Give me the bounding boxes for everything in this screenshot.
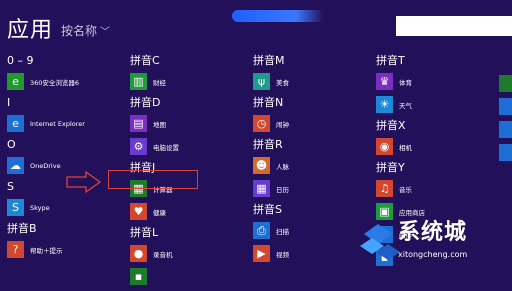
app-item-sports[interactable]: ♛ 体育 xyxy=(376,73,425,90)
group-header-0-9[interactable]: 0 – 9 xyxy=(7,54,85,68)
app-item-skype[interactable]: S Skype xyxy=(7,199,85,216)
app-item-unnamed[interactable] xyxy=(499,121,512,138)
scan-icon: ⎙ xyxy=(253,222,270,239)
app-label: 相机 xyxy=(399,143,412,152)
app-label: Skype xyxy=(30,203,50,212)
app-label: 闹钟 xyxy=(276,120,289,129)
watermark-text: 系统城 xyxy=(398,220,468,245)
group-header-pinyin-t[interactable]: 拼音T xyxy=(376,54,425,68)
app-item-pc-settings[interactable]: ⚙ 电脑设置 xyxy=(130,138,179,155)
pc-settings-icon: ⚙ xyxy=(130,138,147,155)
app-label: 扫描 xyxy=(276,227,289,236)
app-icon xyxy=(499,121,512,138)
app-label: 视频 xyxy=(276,250,289,259)
app-label: 地图 xyxy=(153,120,166,129)
app-column-5 xyxy=(499,52,512,167)
sort-label: 按名称 xyxy=(61,24,98,38)
app-item-unnamed[interactable] xyxy=(499,75,512,92)
group-header-pinyin-r[interactable]: 拼音R xyxy=(253,138,289,152)
app-label: 健康 xyxy=(153,208,166,217)
app-item-video[interactable]: ▶ 视频 xyxy=(253,245,289,262)
sort-dropdown[interactable]: 按名称 ﹀ xyxy=(61,22,110,39)
skype-icon: S xyxy=(7,199,24,216)
app-label: 财经 xyxy=(153,78,166,87)
app-item-camera[interactable]: ◉ 相机 xyxy=(376,138,425,155)
music-icon: ♫ xyxy=(376,180,393,197)
app-label: 体育 xyxy=(399,78,412,87)
app-item-alarms[interactable]: ◷ 闹钟 xyxy=(253,115,289,132)
app-label: 日历 xyxy=(276,185,289,194)
app-label: 美食 xyxy=(276,78,289,87)
group-header-pinyin-y[interactable]: 拼音Y xyxy=(376,161,425,175)
app-label: Internet Explorer xyxy=(30,119,85,128)
column-spacer xyxy=(499,52,512,75)
calendar-icon: ▦ xyxy=(253,180,270,197)
alarms-icon: ◷ xyxy=(253,115,270,132)
app-column-3: 拼音M ψ 美食 拼音N ◷ 闹钟 拼音R ☻ 人脉 ▦ 日历 拼音S ⎙ 扫描 ▶ 视频 xyxy=(253,52,289,268)
group-header-pinyin-c[interactable]: 拼音C xyxy=(130,54,179,68)
app-column-1: 0 – 9 e 360安全浏览器6 I e Internet Explorer O … xyxy=(7,52,85,264)
app-item-finance[interactable]: ▥ 财经 xyxy=(130,73,179,90)
annotation-arrow-icon xyxy=(66,171,102,193)
camera-icon: ◉ xyxy=(376,138,393,155)
app-item-sound-recorder[interactable]: ● 录音机 xyxy=(130,245,179,262)
watermark-url: xitongcheng.com xyxy=(398,250,468,259)
app-item-unnamed[interactable] xyxy=(499,98,512,115)
group-header-o[interactable]: O xyxy=(7,138,85,152)
app-item-food[interactable]: ψ 美食 xyxy=(253,73,289,90)
group-header-i[interactable]: I xyxy=(7,96,85,110)
onedrive-icon: ☁ xyxy=(7,157,24,174)
maps-icon: ▤ xyxy=(130,115,147,132)
group-header-pinyin-x[interactable]: 拼音X xyxy=(376,119,425,133)
highlight-box xyxy=(108,170,198,189)
app-item-maps[interactable]: ▤ 地图 xyxy=(130,115,179,132)
search-input[interactable] xyxy=(396,18,494,39)
app-item-unnamed[interactable]: ▪ xyxy=(130,268,179,285)
app-label: 电脑设置 xyxy=(153,143,179,152)
group-header-pinyin-s[interactable]: 拼音S xyxy=(253,203,289,217)
sports-icon: ♛ xyxy=(376,73,393,90)
weather-icon: ☀ xyxy=(376,96,393,113)
redacted-blur xyxy=(232,10,324,22)
app-label: 音乐 xyxy=(399,185,412,194)
app-item-unnamed[interactable] xyxy=(499,144,512,161)
app-item-internet-explorer[interactable]: e Internet Explorer xyxy=(7,115,85,132)
search-box[interactable] xyxy=(396,16,512,39)
page-title: 应用 xyxy=(7,18,54,43)
360-browser-icon: e xyxy=(7,73,24,90)
food-icon: ψ xyxy=(253,73,270,90)
app-item-calendar[interactable]: ▦ 日历 xyxy=(253,180,289,197)
internet-explorer-icon: e xyxy=(7,115,24,132)
group-header-pinyin-m[interactable]: 拼音M xyxy=(253,54,289,68)
app-icon xyxy=(499,98,512,115)
chevron-down-icon: ﹀ xyxy=(100,27,111,38)
video-icon: ▶ xyxy=(253,245,270,262)
group-header-pinyin-l[interactable]: 拼音L xyxy=(130,226,179,240)
app-icon xyxy=(499,144,512,161)
app-icon: ▪ xyxy=(130,268,147,285)
group-header-pinyin-b[interactable]: 拼音B xyxy=(7,222,85,236)
app-item-help-tips[interactable]: ? 帮助＋提示 xyxy=(7,241,85,258)
app-item-scan[interactable]: ⎙ 扫描 xyxy=(253,222,289,239)
sound-recorder-icon: ● xyxy=(130,245,147,262)
health-icon: ♥ xyxy=(130,203,147,220)
app-label: 录音机 xyxy=(153,250,173,259)
help-tips-icon: ? xyxy=(7,241,24,258)
app-item-people[interactable]: ☻ 人脉 xyxy=(253,157,289,174)
app-label: 人脉 xyxy=(276,162,289,171)
app-label: 帮助＋提示 xyxy=(30,246,63,255)
app-label: 360安全浏览器6 xyxy=(30,78,80,87)
people-icon: ☻ xyxy=(253,157,270,174)
app-item-health[interactable]: ♥ 健康 xyxy=(130,203,179,220)
finance-icon: ▥ xyxy=(130,73,147,90)
app-item-360-browser[interactable]: e 360安全浏览器6 xyxy=(7,73,85,90)
group-header-pinyin-d[interactable]: 拼音D xyxy=(130,96,179,110)
app-item-weather[interactable]: ☀ 天气 xyxy=(376,96,425,113)
app-icon xyxy=(499,75,512,92)
app-label: OneDrive xyxy=(30,161,61,170)
app-label: 天气 xyxy=(399,101,412,110)
group-header-pinyin-n[interactable]: 拼音N xyxy=(253,96,289,110)
app-item-music[interactable]: ♫ 音乐 xyxy=(376,180,425,197)
